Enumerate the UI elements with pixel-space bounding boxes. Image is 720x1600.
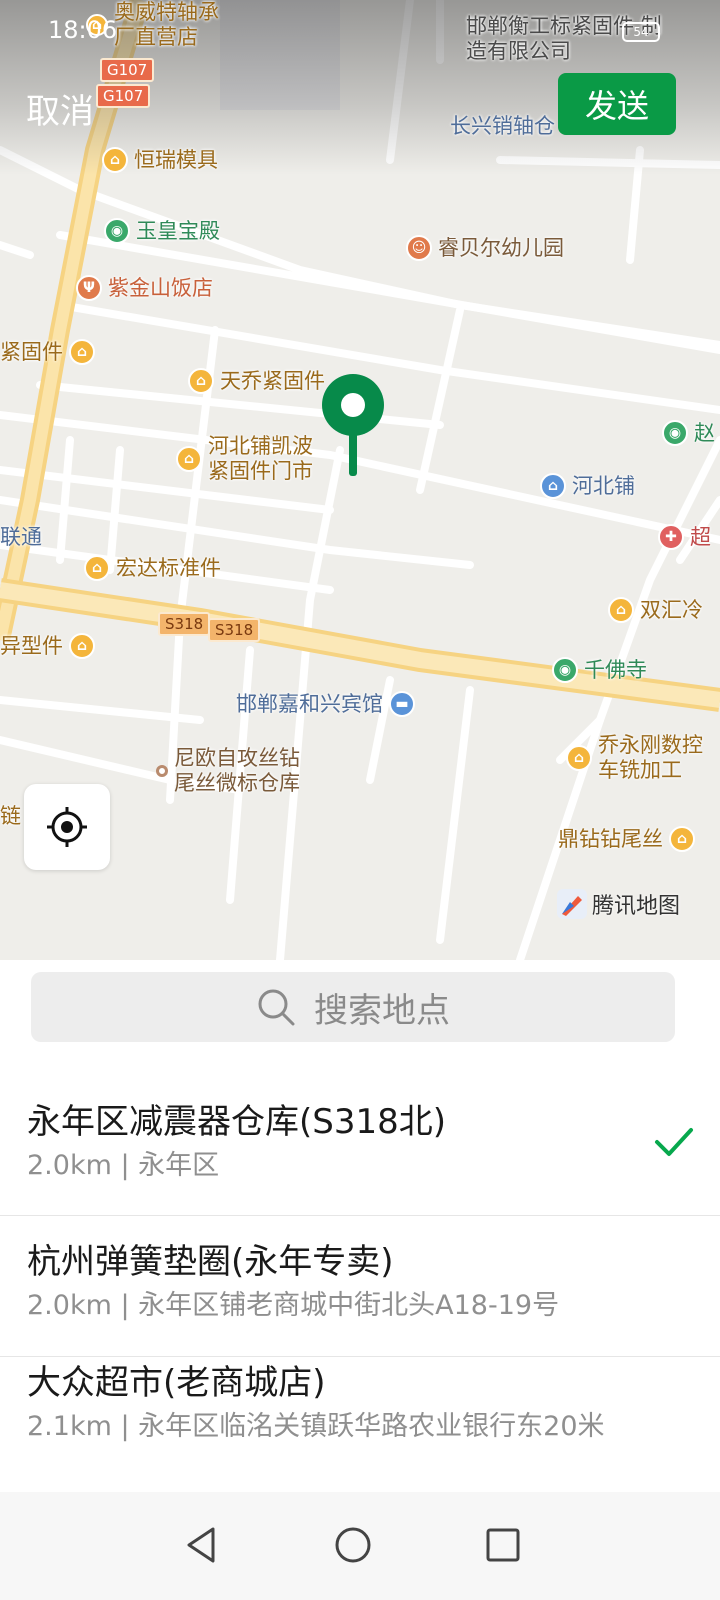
home-button[interactable] — [328, 1520, 378, 1570]
system-nav-bar — [0, 1492, 720, 1600]
poi-yuhuang-temple[interactable]: ◉ 玉皇宝殿 — [104, 218, 220, 244]
location-results-list: 永年区减震器仓库(S318北) 2.0km | 永年区 杭州弹簧垫圈(永年专卖)… — [0, 1076, 720, 1497]
locate-me-button[interactable] — [24, 784, 110, 870]
search-placeholder: 搜索地点 — [314, 990, 450, 1031]
poi-supermarket-partial[interactable]: ✚ 超 — [658, 524, 711, 550]
result-subtitle: 2.0km | 永年区铺老商城中街北头A18-19号 — [27, 1290, 560, 1321]
road-shield-s318: S318 — [208, 618, 261, 642]
search-input[interactable]: 搜索地点 — [31, 972, 675, 1042]
poi-hengrui-mould[interactable]: ⌂ 恒瑞模具 — [102, 147, 218, 173]
poi-tianqiao-fastener[interactable]: ⌂ 天乔紧固件 — [188, 368, 325, 394]
poi-fastener-left[interactable]: 紧固件 ⌂ — [0, 339, 101, 365]
poi-nio-screw-warehouse[interactable]: 尼欧自攻丝钻 尾丝微标仓库 — [156, 746, 324, 796]
status-time: 18:06 — [48, 16, 118, 44]
shop-icon: ⌂ — [176, 446, 202, 472]
kindergarten-icon: ☺ — [406, 235, 432, 261]
search-icon — [258, 989, 295, 1026]
back-button[interactable] — [176, 1520, 226, 1570]
location-pin-icon — [322, 374, 384, 476]
supermarket-icon: ✚ — [658, 524, 684, 550]
shop-icon: ⌂ — [188, 368, 214, 394]
tencent-map-logo-icon — [557, 889, 587, 919]
check-icon — [655, 1128, 693, 1156]
recents-square-icon — [486, 1528, 520, 1562]
temple-icon: ◉ — [552, 657, 578, 683]
map-view[interactable]: G107 G107 S318 S318 ⌂ 奥威特轴承 厂直营店 邯郸衡工标紧固… — [0, 0, 720, 960]
poi-zhao-partial[interactable]: ◉ 赵 — [662, 420, 715, 446]
shop-icon: ⌂ — [69, 339, 95, 365]
result-subtitle: 2.1km | 永年区临洺关镇跃华路农业银行东20米 — [27, 1411, 605, 1442]
poi-unicom[interactable]: 联通 — [0, 525, 42, 550]
send-button[interactable]: 发送 — [558, 73, 676, 135]
poi-qianfo-temple[interactable]: ◉ 千佛寺 — [552, 657, 647, 683]
result-title: 大众超市(老商城店) — [27, 1363, 326, 1403]
poi-dingzuan-screw[interactable]: 鼎钻钻尾丝 ⌂ — [558, 826, 701, 852]
shop-icon: ⌂ — [84, 555, 110, 581]
hotel-icon: ▬ — [389, 691, 415, 717]
cancel-button[interactable]: 取消 — [26, 84, 94, 133]
result-title: 杭州弹簧垫圈(永年专卖) — [27, 1242, 394, 1282]
poi-chain-partial[interactable]: 链 — [0, 804, 21, 829]
village-icon: ⌂ — [540, 473, 566, 499]
poi-hongda-parts[interactable]: ⌂ 宏达标准件 — [84, 555, 221, 581]
poi-qiaoyonggang-cnc[interactable]: ⌂ 乔永刚数控 车铣加工 — [566, 733, 718, 783]
crosshair-icon — [47, 807, 87, 847]
status-bar: 18:06 54 — [0, 0, 720, 64]
shop-icon: ⌂ — [69, 633, 95, 659]
recents-button[interactable] — [478, 1520, 528, 1570]
list-item[interactable]: 永年区减震器仓库(S318北) 2.0km | 永年区 — [0, 1076, 720, 1216]
battery-icon: 54 — [622, 22, 660, 42]
result-subtitle: 2.0km | 永年区 — [27, 1150, 220, 1181]
poi-zijinshan-restaurant[interactable]: Ψ 紫金山饭店 — [76, 275, 213, 301]
poi-ruibeier-kindergarten[interactable]: ☺ 睿贝尔幼儿园 — [406, 235, 564, 261]
poi-kaibo-fastener[interactable]: ⌂ 河北铺凯波 紧固件门市 — [176, 434, 338, 484]
temple-icon: ◉ — [104, 218, 130, 244]
temple-icon: ◉ — [662, 420, 688, 446]
restaurant-icon: Ψ — [76, 275, 102, 301]
road-shield-s318: S318 — [158, 612, 211, 636]
poi-changxing-warehouse[interactable]: 长兴销轴仓 — [450, 114, 555, 139]
list-item[interactable]: 大众超市(老商城店) 2.1km | 永年区临洺关镇跃华路农业银行东20米 — [0, 1357, 720, 1497]
poi-special-parts[interactable]: 异型件 ⌂ — [0, 633, 101, 659]
list-item[interactable]: 杭州弹簧垫圈(永年专卖) 2.0km | 永年区铺老商城中街北头A18-19号 — [0, 1216, 720, 1357]
map-attribution: 腾讯地图 — [556, 888, 680, 920]
shop-icon: ⌂ — [608, 597, 634, 623]
shop-icon: ⌂ — [566, 745, 592, 771]
warehouse-dot-icon — [156, 765, 168, 777]
poi-jiahexing-hotel[interactable]: 邯郸嘉和兴宾馆 ▬ — [236, 691, 421, 717]
poi-shuanghui-cold[interactable]: ⌂ 双汇冷 — [608, 597, 703, 623]
home-circle-icon — [335, 1527, 371, 1563]
poi-hebeipu-village[interactable]: ⌂ 河北铺 — [540, 473, 635, 499]
result-title: 永年区减震器仓库(S318北) — [27, 1102, 447, 1142]
shop-icon: ⌂ — [669, 826, 695, 852]
shop-icon: ⌂ — [102, 147, 128, 173]
back-triangle-icon — [187, 1527, 215, 1563]
road-shield-g107: G107 — [96, 84, 151, 108]
